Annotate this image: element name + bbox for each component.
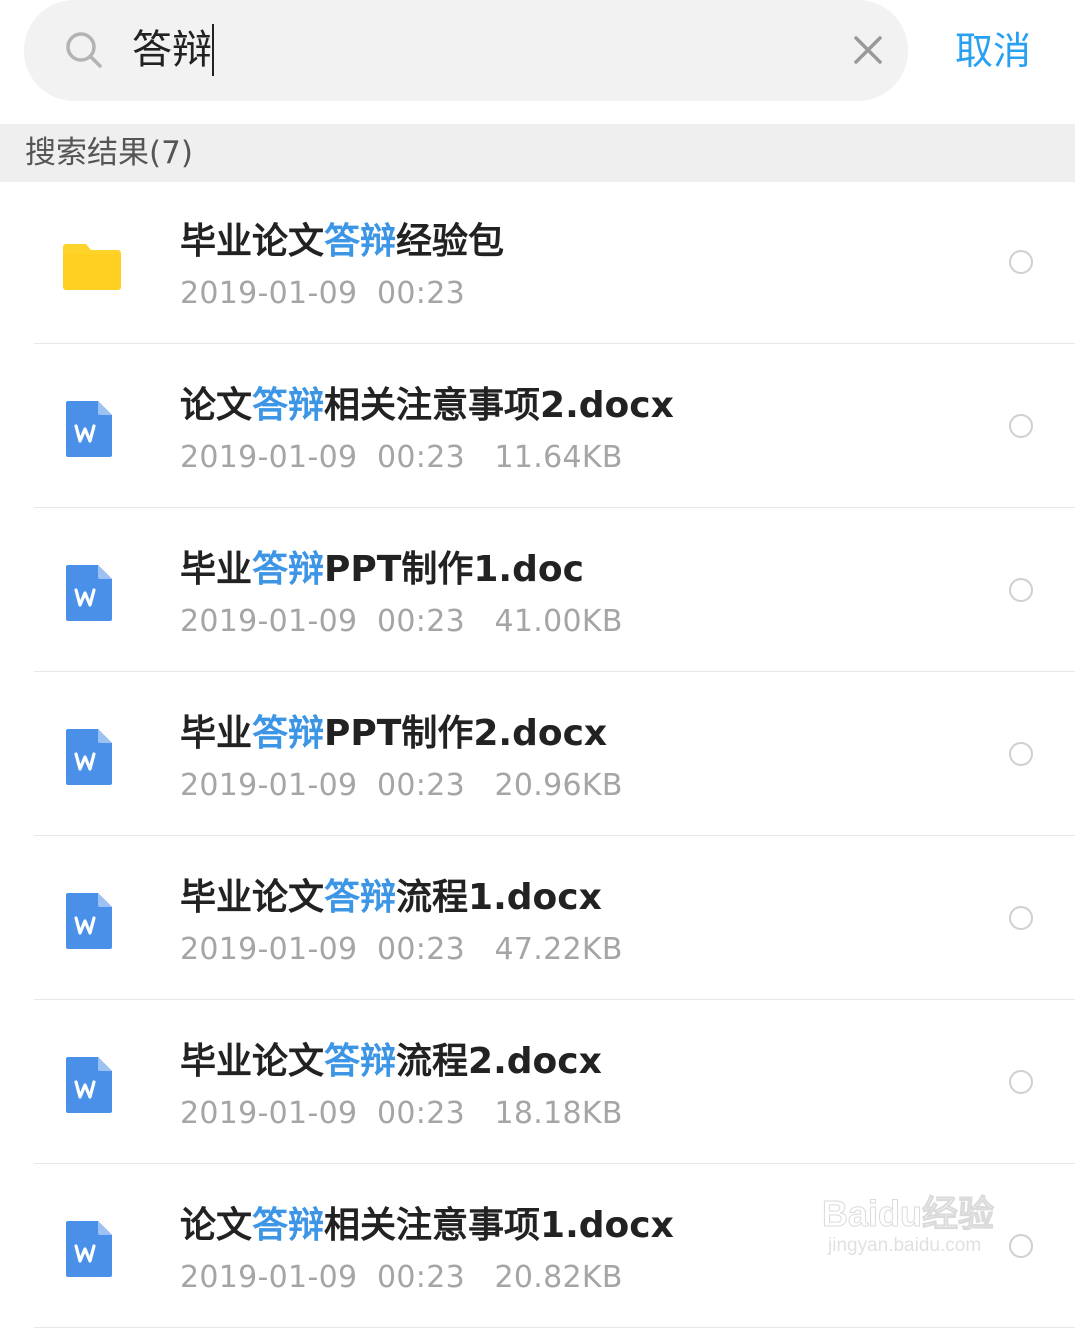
watermark: Baidu经验 jingyan.baidu.com — [821, 1165, 1022, 1263]
item-meta: 2019-01-09 00:23 20.82KB — [180, 1260, 623, 1295]
list-item[interactable]: 毕业论文答辩经验包 2019-01-09 00:23 — [34, 180, 1075, 344]
cancel-button[interactable]: 取消 — [955, 26, 1031, 76]
list-item[interactable]: 毕业答辩PPT制作2.docx 2019-01-09 00:23 20.96KB — [34, 672, 1075, 836]
item-title: 毕业论文答辩经验包 — [180, 221, 505, 262]
word-doc-icon — [66, 565, 112, 621]
results-count-label: 搜索结果(7) — [25, 135, 193, 171]
list-item[interactable]: 毕业论文答辩流程2.docx 2019-01-09 00:23 18.18KB — [34, 1000, 1075, 1164]
item-meta: 2019-01-09 00:23 20.96KB — [180, 768, 623, 803]
select-radio[interactable] — [1009, 906, 1033, 930]
word-doc-icon — [66, 893, 112, 949]
item-meta: 2019-01-09 00:23 47.22KB — [180, 932, 623, 967]
clear-icon[interactable] — [852, 34, 884, 66]
word-doc-icon — [66, 729, 112, 785]
item-title: 论文答辩相关注意事项1.docx — [180, 1205, 674, 1246]
select-radio[interactable] — [1009, 742, 1033, 766]
folder-icon — [63, 244, 121, 290]
select-radio[interactable] — [1009, 1070, 1033, 1094]
select-radio[interactable] — [1009, 414, 1033, 438]
word-doc-icon — [66, 1057, 112, 1113]
watermark-brand: Baidu经验 — [821, 1193, 995, 1235]
search-input[interactable]: 答辩 — [132, 22, 212, 78]
item-title: 毕业答辩PPT制作2.docx — [180, 713, 608, 754]
text-cursor — [212, 24, 214, 76]
watermark-url: jingyan.baidu.com — [828, 1235, 982, 1256]
select-radio[interactable] — [1009, 578, 1033, 602]
item-title: 毕业论文答辩流程1.docx — [180, 877, 602, 918]
item-meta: 2019-01-09 00:23 11.64KB — [180, 440, 623, 475]
item-title: 论文答辩相关注意事项2.docx — [180, 385, 674, 426]
word-doc-icon — [66, 401, 112, 457]
word-doc-icon — [66, 1221, 112, 1277]
results-list: 毕业论文答辩经验包 2019-01-09 00:23 论文答辩相关注意事项2.d… — [0, 180, 1075, 1328]
list-item[interactable]: 毕业答辩PPT制作1.doc 2019-01-09 00:23 41.00KB — [34, 508, 1075, 672]
item-title: 毕业答辩PPT制作1.doc — [180, 549, 584, 590]
item-meta: 2019-01-09 00:23 — [180, 276, 465, 311]
list-item[interactable]: 论文答辩相关注意事项2.docx 2019-01-09 00:23 11.64K… — [34, 344, 1075, 508]
item-title: 毕业论文答辩流程2.docx — [180, 1041, 602, 1082]
search-bar[interactable]: 答辩 — [24, 0, 908, 101]
item-meta: 2019-01-09 00:23 18.18KB — [180, 1096, 623, 1131]
select-radio[interactable] — [1009, 250, 1033, 274]
list-item[interactable]: 毕业论文答辩流程1.docx 2019-01-09 00:23 47.22KB — [34, 836, 1075, 1000]
results-header: 搜索结果(7) — [0, 124, 1075, 182]
search-icon — [66, 32, 102, 68]
item-meta: 2019-01-09 00:23 41.00KB — [180, 604, 623, 639]
